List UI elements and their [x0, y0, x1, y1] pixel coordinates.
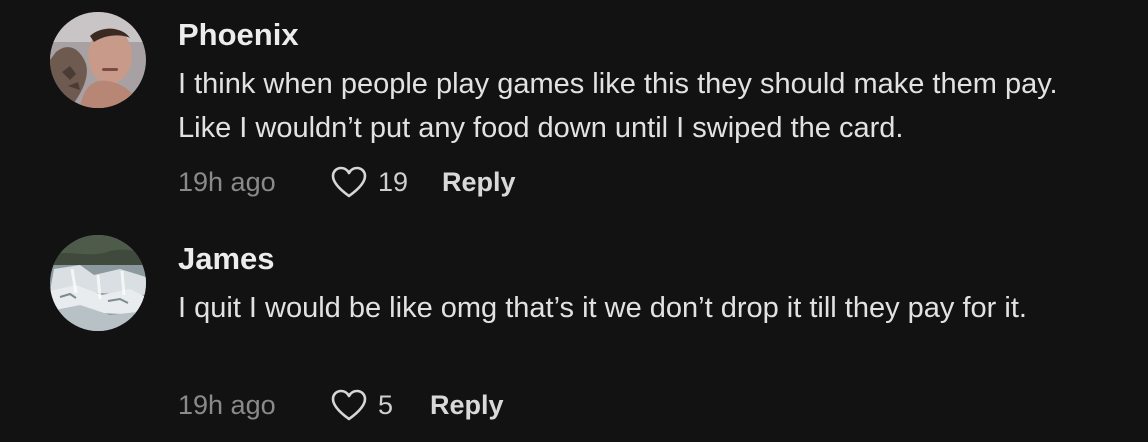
comment-text: I quit I would be like omg that’s it we …: [178, 292, 1027, 324]
reply-button[interactable]: Reply: [430, 390, 504, 421]
username[interactable]: Phoenix: [178, 17, 299, 53]
timestamp: 19h ago: [178, 166, 276, 197]
avatar[interactable]: [50, 235, 146, 331]
like-count: 19: [378, 166, 409, 197]
heart-outline-icon: [331, 389, 367, 421]
comment-meta: 19h ago 19 Reply: [178, 162, 516, 202]
comment-item: James I quit I would be like omg that’s …: [0, 222, 1148, 442]
like-button[interactable]: 5: [330, 388, 430, 422]
comment-text: I think when people play games like this…: [178, 68, 1058, 144]
waterfall-photo-avatar: [50, 235, 146, 331]
heart-outline-icon: [331, 166, 367, 198]
avatar[interactable]: [50, 12, 146, 108]
reply-button[interactable]: Reply: [442, 167, 516, 198]
user-photo-avatar: [50, 12, 146, 108]
like-button[interactable]: 19: [330, 165, 442, 199]
like-count: 5: [378, 389, 394, 420]
timestamp: 19h ago: [178, 389, 276, 420]
comment-item: Phoenix I think when people play games l…: [0, 0, 1148, 222]
username[interactable]: James: [178, 241, 275, 277]
comment-meta: 19h ago 5 Reply: [178, 385, 504, 425]
